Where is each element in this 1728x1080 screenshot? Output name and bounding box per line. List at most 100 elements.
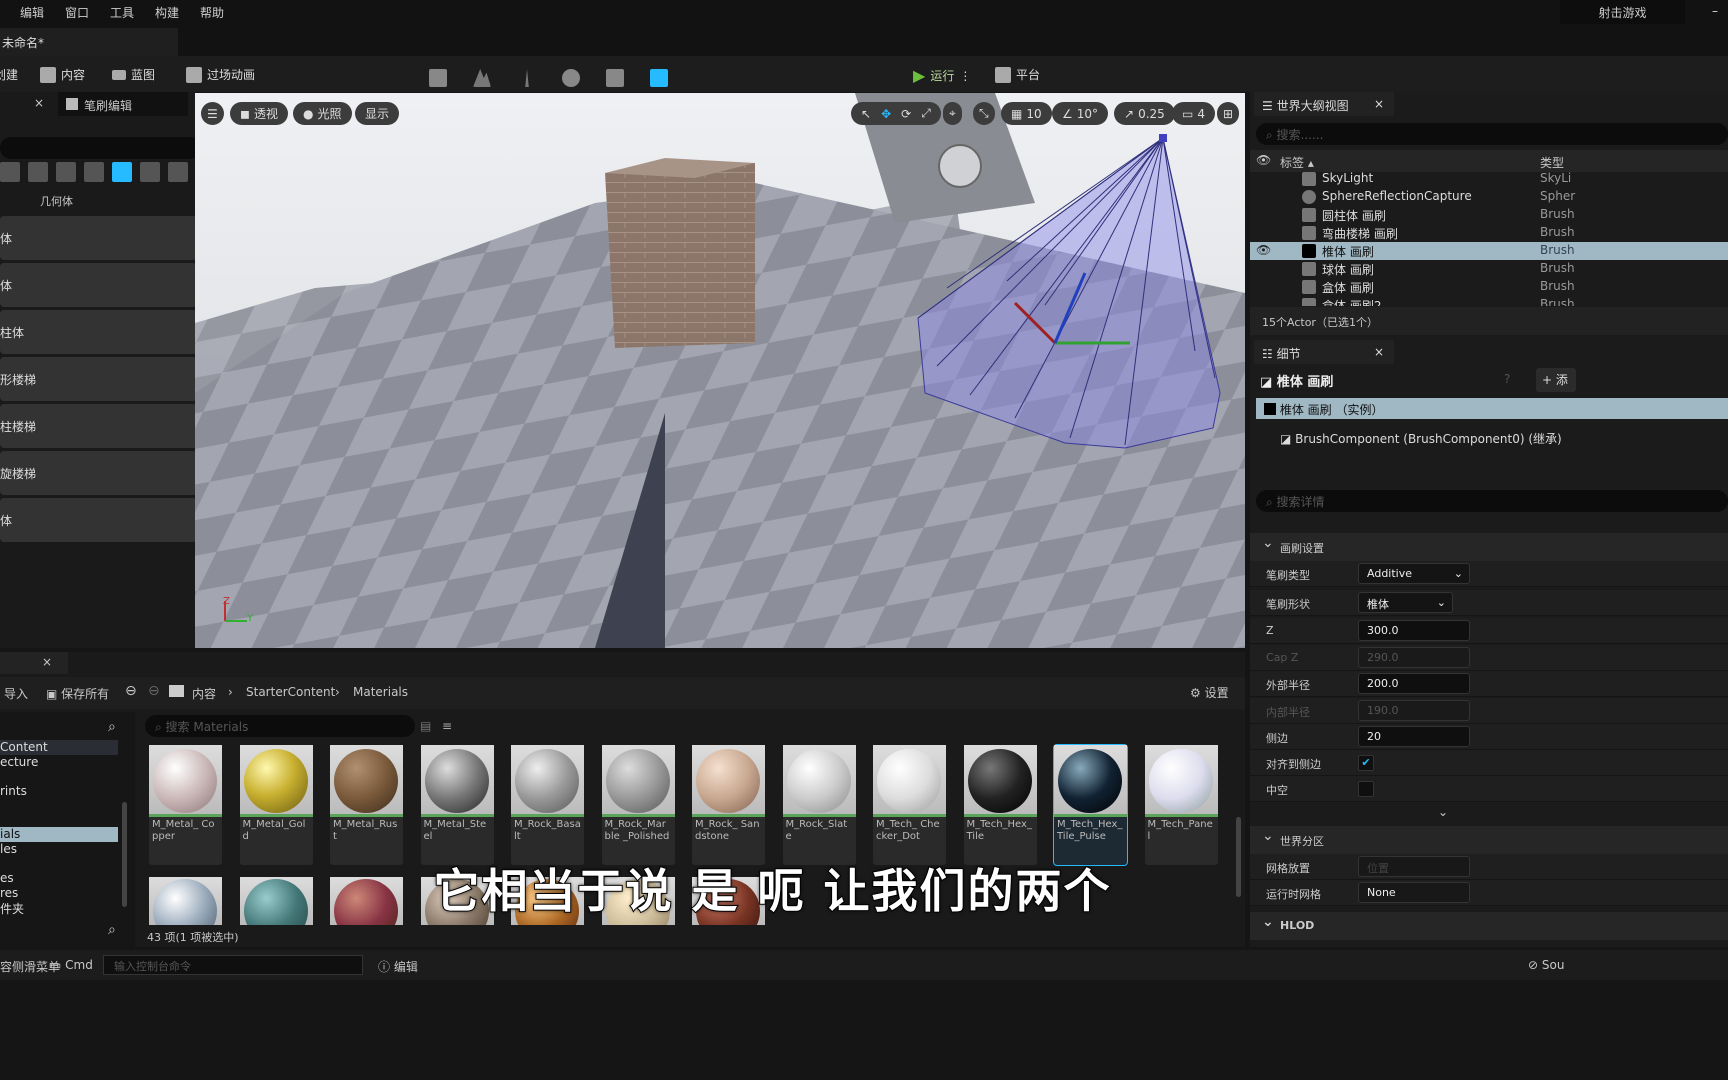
outliner-row[interactable]: SkyLight SkyLi	[1250, 170, 1728, 188]
level-tab[interactable]: 未命名*	[0, 28, 178, 56]
volume-category-icon[interactable]	[140, 162, 160, 182]
instance-component-row[interactable]: 椎体 画刷 （实例）	[1256, 398, 1728, 419]
menu-build[interactable]: 构建	[155, 4, 179, 21]
save-search-icon[interactable]: ▤	[420, 719, 431, 733]
close-icon[interactable]: ×	[1374, 345, 1384, 359]
select-icon[interactable]: ↖	[861, 107, 871, 121]
cinematic-category-icon[interactable]	[56, 162, 76, 182]
material-tile[interactable]: M_Metal_Steel	[420, 745, 494, 865]
material-tile[interactable]: M_Tech_Hex_ Tile	[963, 745, 1037, 865]
close-icon[interactable]: ×	[42, 655, 52, 669]
surface-snap-button[interactable]: ⤡	[973, 102, 995, 125]
world-partition-section[interactable]: 世界分区	[1250, 826, 1728, 854]
help-icon[interactable]: ?	[1504, 372, 1510, 386]
material-tile[interactable]: M_Tech_Panel	[1144, 745, 1218, 865]
material-tile[interactable]: M_Rock_ Sandstone	[692, 745, 765, 865]
visibility-icon[interactable]: 👁	[1256, 153, 1271, 167]
material-tile[interactable]: M_Tech_Hex_ Tile_Pulse	[1053, 744, 1128, 866]
content-button[interactable]: 内容	[40, 66, 85, 83]
folder-item[interactable]: rints	[0, 784, 130, 799]
world-local-button[interactable]: ⌖	[943, 102, 962, 125]
breadcrumb-startercontent[interactable]: StarterContent	[246, 685, 335, 699]
camera-speed-button[interactable]: ▭ 4	[1172, 102, 1215, 125]
outliner-search-input[interactable]: ⌕ 搜索......	[1256, 123, 1728, 145]
close-icon[interactable]: ×	[1374, 97, 1384, 111]
run-button[interactable]: ▶ 运行 ⋮	[913, 66, 971, 85]
scale-icon[interactable]: ⤢	[921, 106, 931, 121]
show-button[interactable]: 显示	[355, 102, 400, 125]
geometry-item[interactable]: 形楼梯	[0, 357, 197, 401]
rotation-snap-button[interactable]: ∠ 10°	[1052, 102, 1109, 125]
label-column-header[interactable]: 标签 ▴	[1280, 154, 1314, 171]
platform-button[interactable]: 平台	[995, 66, 1040, 83]
sides-input[interactable]: 20	[1358, 726, 1470, 747]
outliner-row-selected[interactable]: 👁 椎体 画刷 Brush	[1250, 242, 1728, 260]
place-search-input[interactable]	[0, 137, 201, 159]
outliner-row[interactable]: 盒体 画刷2 Brush	[1250, 296, 1728, 306]
details-tab[interactable]: ☷ 细节 ×	[1254, 340, 1394, 364]
brush-edit-tab[interactable]: 笔刷编辑	[58, 92, 188, 116]
geometry-item[interactable]: 体	[0, 263, 197, 307]
outliner-row[interactable]: 圆柱体 画刷 Brush	[1250, 206, 1728, 224]
menu-tools[interactable]: 工具	[110, 4, 134, 21]
all-classes-category-icon[interactable]	[168, 162, 188, 182]
create-button[interactable]: 创建	[0, 66, 18, 83]
outer-radius-input[interactable]: 200.0	[1358, 673, 1470, 694]
geometry-item[interactable]: 柱楼梯	[0, 404, 197, 448]
menu-window[interactable]: 窗口	[65, 4, 89, 21]
details-search-input[interactable]: ⌕ 搜索详情	[1256, 490, 1728, 512]
z-input[interactable]: 300.0	[1358, 620, 1470, 641]
brush-type-dropdown[interactable]: Additive ⌄	[1358, 563, 1470, 584]
menu-help[interactable]: 帮助	[200, 4, 224, 21]
material-tile[interactable]: M_Rock_Marble _Polished	[601, 745, 675, 865]
blueprint-button[interactable]: 蓝图	[112, 66, 155, 83]
cmd-button[interactable]: ▭ Cmd	[50, 958, 93, 972]
shape-category-icon[interactable]	[28, 162, 48, 182]
geometry-item[interactable]: 旋楼梯	[0, 451, 197, 495]
content-browser-tab[interactable]: ×	[0, 652, 68, 674]
material-tile[interactable]: M_Metal_Rust	[330, 745, 403, 865]
cinematics-button[interactable]: 过场动画	[186, 66, 255, 83]
material-tile[interactable]: M_Rock_Basalt	[511, 745, 584, 865]
outliner-row[interactable]: 盒体 画刷 Brush	[1250, 278, 1728, 296]
materials-search-input[interactable]: ⌕ 搜索 Materials	[145, 715, 415, 737]
minimize-button[interactable]: –	[1712, 4, 1718, 18]
import-button[interactable]: 导入	[4, 685, 28, 702]
mesh-paint-mode-icon[interactable]	[562, 69, 580, 87]
outliner-row[interactable]: SphereReflectionCapture Spher	[1250, 188, 1728, 206]
outliner-row[interactable]: 弯曲楼梯 画刷 Brush	[1250, 224, 1728, 242]
geometry-item[interactable]: 柱体	[0, 310, 197, 354]
geometry-category-icon[interactable]	[112, 162, 132, 182]
fracture-mode-icon[interactable]	[606, 69, 624, 87]
light-category-icon[interactable]	[0, 162, 20, 182]
breadcrumb-materials[interactable]: Materials	[353, 685, 408, 699]
scale-snap-button[interactable]: ↗ 0.25	[1114, 102, 1175, 125]
brush-component-row[interactable]: ◪ BrushComponent (BrushComponent0) (继承)	[1280, 430, 1562, 447]
search-icon[interactable]: ⌕	[108, 719, 116, 735]
source-control-button[interactable]: ⓘ 编辑	[378, 958, 418, 975]
outliner-tab[interactable]: ☰ 世界大纲视图 ×	[1254, 92, 1394, 116]
add-component-button[interactable]: + 添	[1536, 368, 1576, 392]
type-column-header[interactable]: 类型	[1540, 154, 1564, 171]
back-icon[interactable]: ⊖	[125, 683, 137, 699]
material-tile[interactable]: M_Metal_ Copper	[149, 745, 222, 865]
forward-icon[interactable]: ⊖	[148, 683, 160, 699]
settings-button[interactable]: ⚙ 设置	[1190, 684, 1229, 701]
brush-shape-dropdown[interactable]: 椎体 ⌄	[1358, 592, 1453, 613]
view-mode-button[interactable]: ◼ 透视	[230, 102, 288, 125]
folder-item-selected[interactable]: ials	[0, 827, 118, 842]
geometry-item[interactable]: 体	[0, 498, 197, 542]
revision-control-button[interactable]: ⊘ Sou	[1528, 958, 1564, 972]
folder-item[interactable]: ecture	[0, 755, 130, 770]
project-name[interactable]: 射击游戏	[1560, 0, 1685, 26]
hollow-checkbox[interactable]	[1358, 781, 1374, 797]
brush-settings-section[interactable]: 画刷设置	[1250, 533, 1728, 561]
advanced-expand-icon[interactable]: ⌄	[1438, 805, 1448, 819]
search-icon[interactable]: ⌕	[108, 922, 116, 938]
layout-button[interactable]: ⊞	[1217, 102, 1240, 125]
save-all-button[interactable]: ▣ 保存所有	[46, 685, 109, 702]
align-to-side-checkbox[interactable]: ✔	[1358, 755, 1374, 771]
material-tile[interactable]: M_Metal_Gold	[239, 745, 313, 865]
level-viewport[interactable]: Z Y ☰ ◼ 透视 ● 光照 显示 ↖ ✥ ⟳ ⤢ ⌖ ⤡ ▦ 10 ∠ 10° ↗ 0.25…	[195, 93, 1245, 648]
translate-icon[interactable]: ✥	[881, 107, 891, 121]
